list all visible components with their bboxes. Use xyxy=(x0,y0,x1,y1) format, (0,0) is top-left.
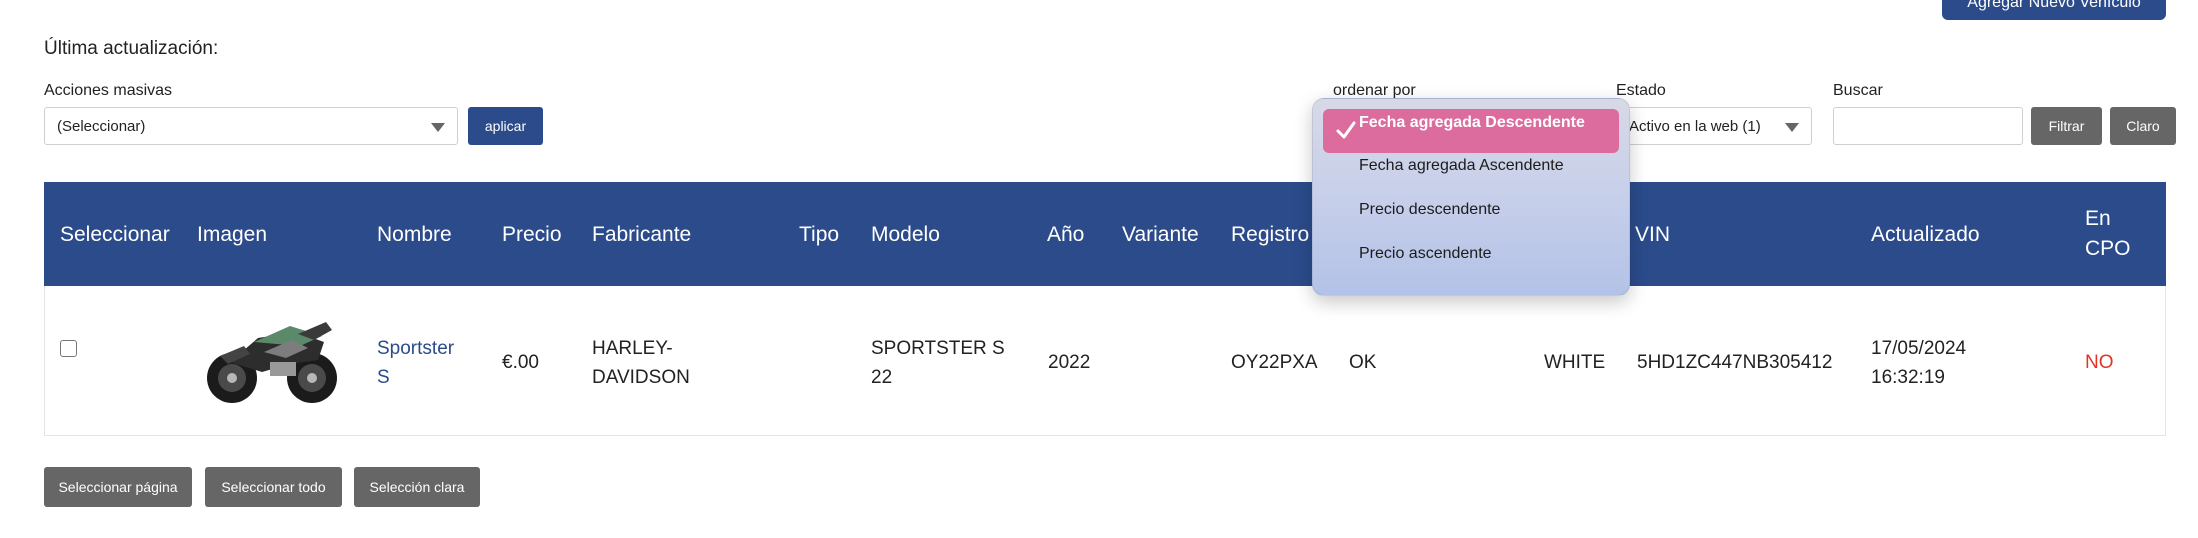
sort-option-label: Fecha agregada Descendente xyxy=(1359,114,1585,131)
status-select[interactable]: Activo en la web (1) xyxy=(1616,107,1812,145)
column-header-price[interactable]: Precio xyxy=(502,220,562,250)
column-header-registration[interactable]: Registro xyxy=(1231,220,1309,250)
search-input[interactable] xyxy=(1833,107,2023,145)
manufacturer-cell-line1: HARLEY- xyxy=(592,338,673,359)
column-header-vin[interactable]: VIN xyxy=(1635,220,1670,250)
model-cell-line2: 22 xyxy=(871,367,893,388)
apply-button[interactable]: aplicar xyxy=(468,107,543,145)
registration-cell: OY22PXA xyxy=(1231,352,1318,373)
clear-selection-button[interactable]: Selección clara xyxy=(354,467,480,507)
chevron-down-icon xyxy=(431,123,445,132)
column-header-model[interactable]: Modelo xyxy=(871,220,940,250)
select-all-button[interactable]: Seleccionar todo xyxy=(205,467,342,507)
search-label: Buscar xyxy=(1833,82,1883,99)
color-cell: WHITE xyxy=(1544,352,1606,373)
column-header-cpo-line2[interactable]: CPO xyxy=(2085,234,2131,264)
vehicle-name-link-line2[interactable]: S xyxy=(377,363,390,392)
bulk-actions-label: Acciones masivas xyxy=(44,82,173,99)
status-label: Estado xyxy=(1616,82,1666,99)
column-header-image[interactable]: Imagen xyxy=(197,220,267,250)
sort-option[interactable]: Fecha agregada Ascendente xyxy=(1359,157,1564,175)
column-header-variant[interactable]: Variante xyxy=(1122,220,1199,250)
sort-option-selected[interactable]: Fecha agregada Descendente xyxy=(1323,109,1619,153)
add-vehicle-button[interactable]: Agregar Nuevo Vehículo xyxy=(1942,0,2166,20)
column-header-year[interactable]: Año xyxy=(1047,220,1084,250)
column-header-manufacturer[interactable]: Fabricante xyxy=(592,220,691,250)
sort-order-dropdown: Fecha agregada Descendente Fecha agregad… xyxy=(1312,98,1630,296)
model-cell-line1: SPORTSTER S xyxy=(871,338,1005,359)
updated-cell-line1: 17/05/2024 xyxy=(1871,338,1967,359)
manufacturer-cell-line2: DAVIDSON xyxy=(592,367,690,388)
table-row xyxy=(44,286,2166,436)
status-cell: OK xyxy=(1349,352,1377,373)
price-cell: €.00 xyxy=(502,352,539,373)
sort-option[interactable]: Precio ascendente xyxy=(1359,245,1492,263)
table-header: Seleccionar Imagen Nombre Precio Fabrica… xyxy=(44,182,2166,286)
column-header-type[interactable]: Tipo xyxy=(799,220,839,250)
last-update-label: Última actualización: xyxy=(44,38,219,59)
updated-cell-line2: 16:32:19 xyxy=(1871,367,1945,388)
filter-button[interactable]: Filtrar xyxy=(2031,107,2102,145)
clear-button[interactable]: Claro xyxy=(2110,107,2176,145)
column-header-select[interactable]: Seleccionar xyxy=(60,220,170,250)
year-cell: 2022 xyxy=(1048,352,1091,373)
select-page-button[interactable]: Seleccionar página xyxy=(44,467,192,507)
vin-cell: 5HD1ZC447NB305412 xyxy=(1637,352,1833,373)
motorcycle-image xyxy=(207,322,337,403)
bulk-actions-value: (Seleccionar) xyxy=(57,117,146,135)
vehicle-name-link-line1[interactable]: Sportster xyxy=(377,334,454,363)
column-header-cpo-line1[interactable]: En xyxy=(2085,204,2111,234)
status-value: Activo en la web (1) xyxy=(1629,117,1761,135)
column-header-updated[interactable]: Actualizado xyxy=(1871,220,1980,250)
row-select-checkbox[interactable] xyxy=(60,340,77,357)
sort-option[interactable]: Precio descendente xyxy=(1359,201,1500,219)
chevron-down-icon xyxy=(1785,123,1799,132)
bulk-actions-select[interactable]: (Seleccionar) xyxy=(44,107,458,145)
checkmark-icon xyxy=(1336,121,1356,139)
column-header-name[interactable]: Nombre xyxy=(377,220,452,250)
cpo-cell: NO xyxy=(2085,352,2114,373)
